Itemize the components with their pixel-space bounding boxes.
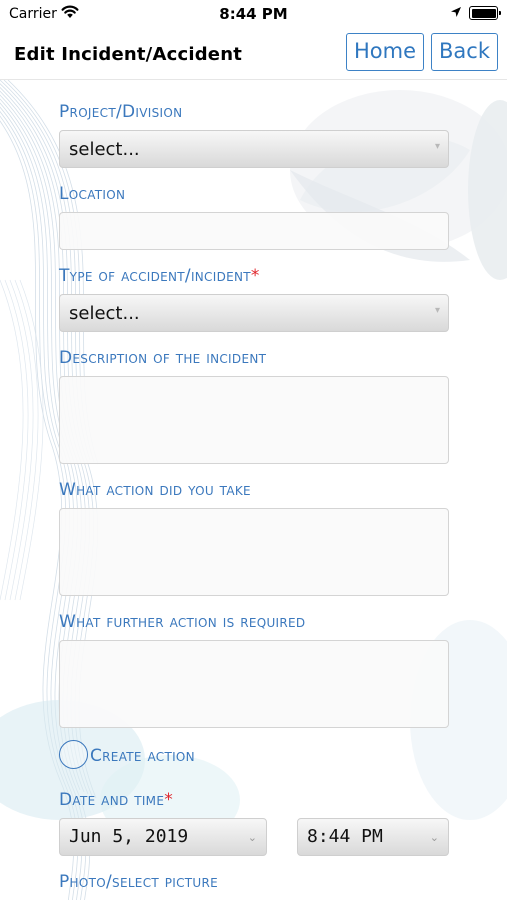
battery-icon [469,6,501,20]
status-time: 8:44 PM [219,5,288,23]
location-input[interactable] [59,212,449,250]
location-arrow-icon [450,6,462,22]
chevron-down-icon: ⌄ [429,832,439,844]
action-taken-label: What action did you take [59,480,251,500]
project-division-select[interactable]: select... ▾ [59,130,449,168]
incident-type-select[interactable]: select... ▾ [59,294,449,332]
required-marker: * [250,266,260,286]
page-title: Edit Incident/Accident [14,44,243,65]
create-action-checkbox[interactable] [59,740,88,769]
chevron-down-icon: ▾ [434,305,440,316]
date-select[interactable]: Jun 5, 2019 ⌄ [59,818,267,856]
chevron-down-icon: ⌄ [247,832,257,844]
project-division-label: Project/Division [59,102,183,122]
action-taken-textarea[interactable] [59,508,449,596]
time-select[interactable]: 8:44 PM ⌄ [297,818,449,856]
further-action-textarea[interactable] [59,640,449,728]
incident-type-label-text: Type of accident/incident [59,266,251,286]
time-value: 8:44 PM [307,826,383,847]
home-button[interactable]: Home [346,33,424,71]
date-time-label: Date and time* [59,790,173,810]
further-action-label: What further action is required [59,612,306,632]
date-time-label-text: Date and time [59,790,165,810]
status-bar: Carrier 8:44 PM [0,0,507,28]
chevron-down-icon: ▾ [434,141,440,152]
incident-type-value: select... [69,303,140,324]
create-action-label[interactable]: Create action [90,746,195,766]
description-textarea[interactable] [59,376,449,464]
date-value: Jun 5, 2019 [69,826,189,847]
required-marker: * [164,790,174,810]
project-division-value: select... [69,139,140,160]
description-label: Description of the incident [59,348,267,368]
back-button[interactable]: Back [431,33,498,71]
nav-bar: Edit Incident/Accident Home Back [0,28,507,80]
incident-form: Project/Division select... ▾ Location Ty… [0,80,507,900]
photo-label[interactable]: Photo/select picture [59,872,218,892]
location-label: Location [59,184,126,204]
incident-type-label: Type of accident/incident* [59,266,260,286]
